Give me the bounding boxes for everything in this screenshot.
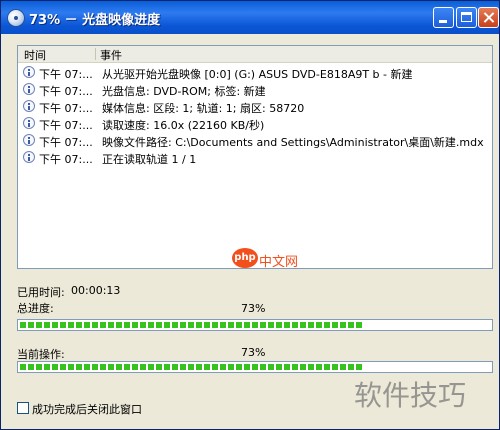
php-watermark-badge: php — [232, 248, 258, 268]
elapsed-time-value: 00:00:13 — [71, 284, 121, 297]
log-row-message: 映像文件路径: C:\Documents and Settings\Admini… — [102, 136, 484, 149]
corner-watermark: 软件技巧 — [354, 379, 467, 412]
log-row-message: 光盘信息: DVD-ROM; 标签: 新建 — [102, 85, 266, 98]
column-header-event[interactable]: 事件 — [100, 47, 122, 63]
minimize-button[interactable] — [433, 7, 454, 28]
event-log-list[interactable]: 时间 事件 下午 07:... 从光驱开始光盘映像 [0:0] (G:) ASU… — [17, 45, 493, 270]
column-header-time[interactable]: 时间 — [24, 47, 46, 63]
php-watermark-text: 中文网 — [259, 255, 299, 270]
log-row[interactable]: 下午 07:... 读取速度: 16.0x (22160 KB/秒) — [18, 116, 492, 133]
title-bar[interactable]: 73% － 光盘映像进度 — [1, 1, 499, 34]
total-progress-label: 总进度: — [17, 302, 54, 315]
log-row[interactable]: 下午 07:... 媒体信息: 区段: 1; 轨道: 1; 扇区: 58720 — [18, 99, 492, 116]
window-title: 73% － 光盘映像进度 — [29, 13, 161, 28]
log-row-time: 下午 07:... — [39, 136, 93, 149]
info-icon — [23, 117, 35, 129]
close-button[interactable] — [478, 7, 499, 28]
current-operation-progress-bar — [17, 361, 493, 373]
column-separator[interactable] — [95, 48, 96, 60]
info-icon — [23, 151, 35, 163]
total-progress-fill — [20, 322, 362, 328]
current-operation-progress-fill — [20, 364, 362, 370]
info-icon — [23, 134, 35, 146]
log-rows: 下午 07:... 从光驱开始光盘映像 [0:0] (G:) ASUS DVD-… — [18, 65, 492, 167]
log-row-message: 从光驱开始光盘映像 [0:0] (G:) ASUS DVD-E818A9T b … — [102, 68, 413, 81]
log-row-message: 读取速度: 16.0x (22160 KB/秒) — [102, 119, 265, 132]
current-operation-label: 当前操作: — [17, 348, 65, 361]
elapsed-time-label: 已用时间: — [17, 286, 65, 299]
log-row-message: 媒体信息: 区段: 1; 轨道: 1; 扇区: 58720 — [102, 102, 305, 115]
close-when-done-checkbox[interactable] — [17, 402, 29, 414]
info-icon — [23, 83, 35, 95]
log-row-message: 正在读取轨道 1 / 1 — [102, 153, 197, 166]
disc-icon — [7, 9, 25, 27]
total-progress-percent: 73% — [241, 302, 266, 315]
total-progress-bar — [17, 319, 493, 331]
log-row[interactable]: 下午 07:... 正在读取轨道 1 / 1 — [18, 150, 492, 167]
info-icon — [23, 100, 35, 112]
log-row[interactable]: 下午 07:... 光盘信息: DVD-ROM; 标签: 新建 — [18, 82, 492, 99]
log-row[interactable]: 下午 07:... 映像文件路径: C:\Documents and Setti… — [18, 133, 492, 150]
close-when-done-label[interactable]: 成功完成后关闭此窗口 — [32, 401, 142, 417]
log-row-time: 下午 07:... — [39, 68, 93, 81]
log-row-time: 下午 07:... — [39, 119, 93, 132]
log-header: 时间 事件 — [18, 46, 492, 63]
info-icon — [23, 66, 35, 78]
maximize-button[interactable] — [456, 7, 477, 28]
log-row-time: 下午 07:... — [39, 102, 93, 115]
image-progress-window: 73% － 光盘映像进度 时间 事件 下午 07:... 从光驱开始光盘映像 [… — [0, 0, 500, 430]
log-row-time: 下午 07:... — [39, 85, 93, 98]
log-row[interactable]: 下午 07:... 从光驱开始光盘映像 [0:0] (G:) ASUS DVD-… — [18, 65, 492, 82]
current-operation-percent: 73% — [241, 346, 266, 359]
log-row-time: 下午 07:... — [39, 153, 93, 166]
